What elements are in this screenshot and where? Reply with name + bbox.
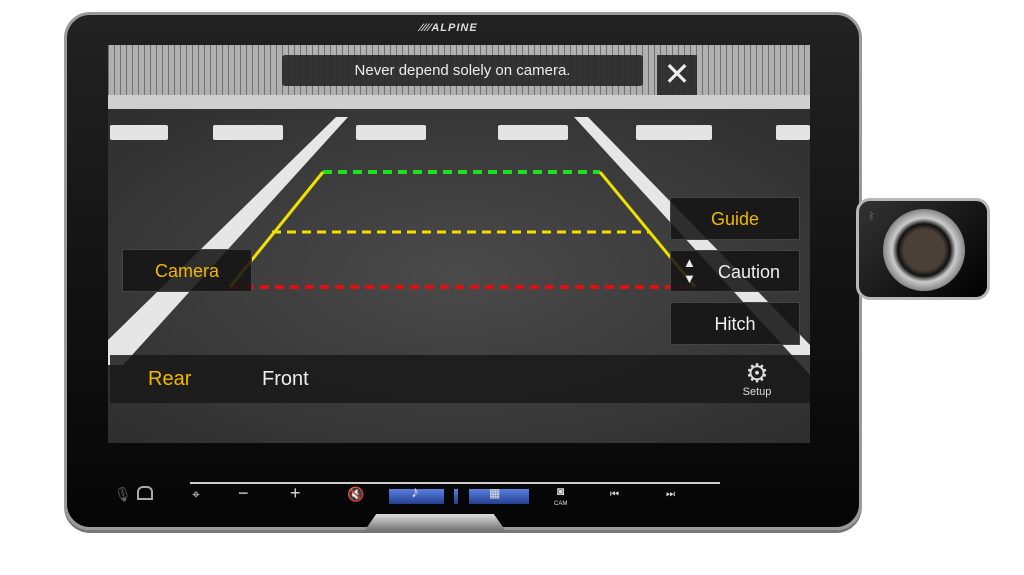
previous-track-icon[interactable]: ⏮	[610, 489, 619, 500]
volume-up-icon[interactable]: +	[290, 483, 301, 504]
next-track-icon[interactable]: ⏭	[666, 489, 675, 500]
setup-label: Setup	[742, 386, 772, 398]
rear-tab[interactable]: Rear	[148, 368, 191, 391]
bluetooth-icon: ᛒ	[869, 211, 875, 221]
adjust-arrows-icon[interactable]: ▲ ▼	[683, 255, 696, 287]
brand-logo: ⁄⁄⁄⁄ALPINE	[420, 22, 478, 34]
warning-notice: Never depend solely on camera.	[282, 55, 643, 86]
hitch-button[interactable]: Hitch	[670, 302, 800, 345]
mute-icon[interactable]: 🔇	[347, 486, 364, 503]
volume-down-icon[interactable]: −	[238, 483, 249, 504]
rotary-knob-module: ᛒ	[856, 198, 990, 300]
microphone-icon[interactable]: 🎙	[114, 486, 132, 503]
setup-button[interactable]: ⚙ Setup	[737, 360, 777, 398]
caution-label: Caution	[717, 262, 781, 282]
bottom-trim	[365, 514, 505, 530]
navigation-icon[interactable]: ⌖	[192, 486, 200, 503]
rotary-knob[interactable]	[883, 209, 965, 291]
camera-view-bar: Rear Front ⚙ Setup	[110, 355, 810, 403]
camera-hardkey[interactable]: ◙ CAM	[554, 485, 568, 509]
gear-icon: ⚙	[745, 358, 769, 388]
front-tab[interactable]: Front	[262, 368, 309, 391]
camera-button[interactable]: Camera	[122, 249, 252, 292]
close-icon[interactable]: ✕	[657, 55, 697, 95]
grid-icon: ▦	[489, 486, 501, 500]
control-strip-line	[190, 482, 720, 484]
eject-icon[interactable]	[137, 486, 153, 500]
guide-button[interactable]: Guide	[670, 197, 800, 240]
cam-label: CAM	[554, 501, 568, 507]
caution-button[interactable]: ▲ ▼ Caution	[670, 250, 800, 292]
camera-screen: Never depend solely on camera. ✕ Camera …	[108, 45, 810, 443]
divider	[454, 489, 458, 504]
music-note-icon: ♪	[411, 484, 419, 501]
